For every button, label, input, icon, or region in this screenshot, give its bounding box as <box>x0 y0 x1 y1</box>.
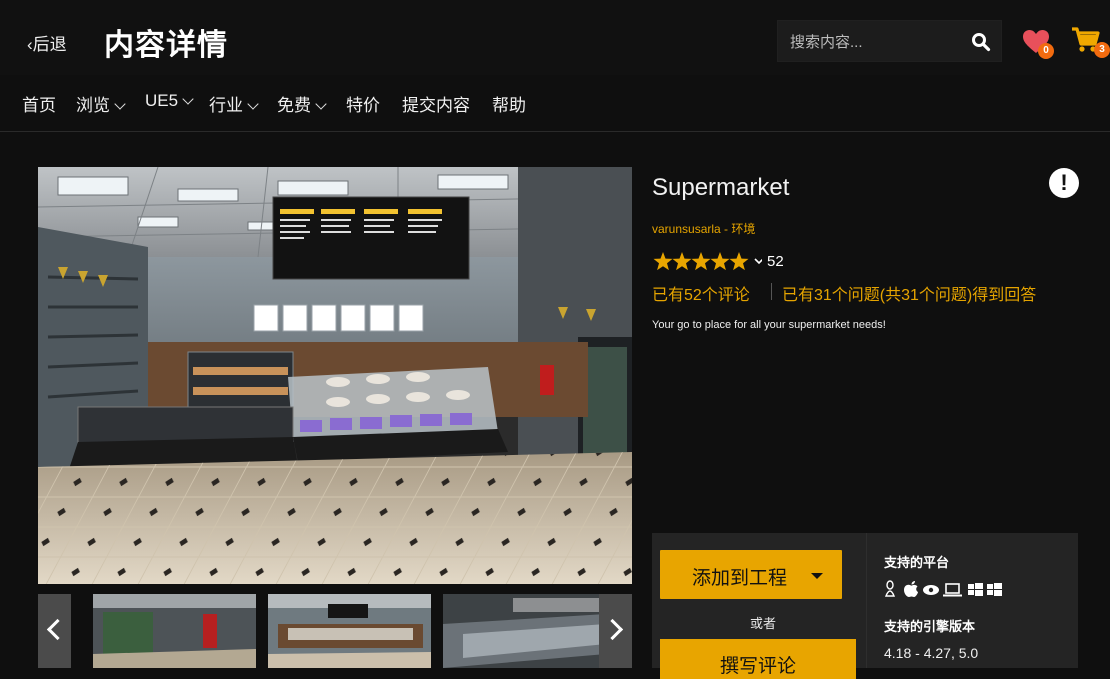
thumbnail-image <box>268 594 431 668</box>
nav-item-free[interactable]: 免费 <box>277 91 327 116</box>
thumbnail-2[interactable] <box>268 594 431 668</box>
main-nav: 首页 浏览 UE5 行业 免费 特价 提交内容 帮助 <box>0 75 1110 132</box>
platforms-heading: 支持的平台 <box>884 555 950 570</box>
star-icon <box>672 252 692 271</box>
carousel-next-button[interactable] <box>599 594 632 668</box>
bakery-scene-image <box>38 167 632 584</box>
rating-stars[interactable] <box>652 250 762 274</box>
add-to-project-button[interactable]: 添加到工程 <box>660 550 842 599</box>
search-box[interactable] <box>777 20 1002 63</box>
chevron-down-icon <box>114 98 126 110</box>
linux-icon <box>884 580 896 597</box>
product-hero-image[interactable] <box>38 167 632 584</box>
chevron-down-icon <box>182 93 194 105</box>
page-title: 内容详情 <box>104 29 228 62</box>
search-input[interactable] <box>788 21 972 63</box>
engine-versions-value: 4.18 - 4.27, 5.0 <box>884 645 979 661</box>
carousel-prev-button[interactable] <box>38 594 71 668</box>
windows-icon <box>987 583 1002 596</box>
report-button[interactable]: ! <box>1049 168 1079 198</box>
exclamation-icon: ! <box>1060 170 1068 195</box>
thumbnail-3[interactable] <box>443 594 606 668</box>
rating-count: 52 <box>767 253 784 270</box>
cart-button[interactable]: 3 <box>1071 26 1110 62</box>
search-icon[interactable] <box>971 32 991 52</box>
star-icon <box>710 252 730 271</box>
category-link[interactable]: 环境 <box>731 222 755 236</box>
panel-divider <box>866 533 867 668</box>
chevron-down-icon <box>315 98 327 110</box>
engine-versions-heading: 支持的引擎版本 <box>884 619 976 634</box>
write-review-label: 撰写评论 <box>719 656 796 677</box>
chevron-down-icon <box>754 258 762 265</box>
reviews-link[interactable]: 已有52个评论 <box>652 281 750 305</box>
write-review-button[interactable]: 撰写评论 <box>660 639 856 679</box>
vr-icon <box>923 585 939 595</box>
thumbnail-image <box>443 594 606 668</box>
star-icon <box>653 252 673 271</box>
nav-item-ue5[interactable]: UE5 <box>145 91 194 111</box>
nav-item-industry[interactable]: 行业 <box>209 91 259 116</box>
laptop-icon <box>943 583 962 597</box>
seller-link[interactable]: varunsusarla <box>652 222 721 236</box>
author-separator: - <box>720 222 732 236</box>
thumbnail-1[interactable] <box>93 594 256 668</box>
chevron-right-icon <box>601 618 624 641</box>
cart-count-badge: 3 <box>1094 42 1110 58</box>
back-button[interactable]: ‹后退 <box>27 30 67 55</box>
nav-item-home[interactable]: 首页 <box>22 91 56 116</box>
divider <box>771 283 772 300</box>
questions-link[interactable]: 已有31个问题(共31个问题)得到回答 <box>782 281 1036 305</box>
platform-icons <box>884 580 1002 597</box>
purchase-panel: 添加到工程 或者 撰写评论 支持的平台 支持的引擎版本 4.18 - 4.27,… <box>652 533 1078 679</box>
thumbnail-carousel <box>38 594 632 668</box>
nav-item-sale[interactable]: 特价 <box>346 91 380 116</box>
nav-item-help[interactable]: 帮助 <box>492 91 526 116</box>
thumbnail-image <box>93 594 256 668</box>
author-line: varunsusarla - 环境 <box>652 220 755 237</box>
or-label: 或者 <box>749 616 776 631</box>
wishlist-count-badge: 0 <box>1038 43 1054 59</box>
chevron-down-icon <box>247 98 259 110</box>
windows-icon <box>968 583 983 596</box>
wishlist-button[interactable]: 0 <box>1022 27 1056 61</box>
top-bar: ‹后退 内容详情 0 3 <box>0 0 1110 75</box>
nav-item-submit[interactable]: 提交内容 <box>402 91 470 116</box>
product-description: Your go to place for all your supermarke… <box>652 319 886 331</box>
apple-icon <box>904 581 918 597</box>
product-name: Supermarket <box>652 174 790 201</box>
caret-down-icon[interactable] <box>811 573 823 579</box>
star-icon <box>729 252 749 271</box>
nav-item-browse[interactable]: 浏览 <box>76 91 126 116</box>
star-icon <box>691 252 711 271</box>
add-to-project-label: 添加到工程 <box>692 568 788 589</box>
chevron-left-icon <box>46 618 69 641</box>
